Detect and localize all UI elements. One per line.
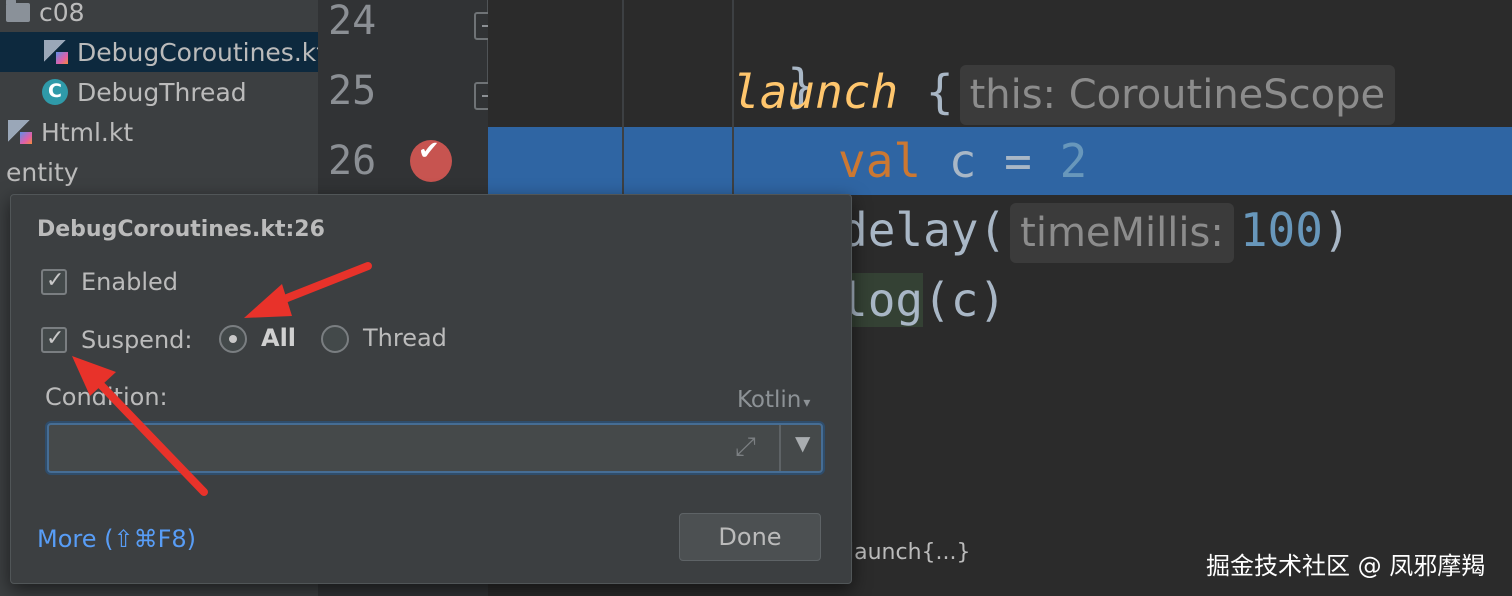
suspend-thread-radio[interactable] <box>321 325 349 353</box>
suspend-thread-label: Thread <box>363 324 447 352</box>
chevron-down-icon: ▾ <box>803 395 811 411</box>
line-number: 26 <box>328 138 377 184</box>
watermark: 掘金技术社区 @ 凤邪摩羯 <box>1206 552 1486 580</box>
class-icon <box>42 79 68 105</box>
condition-input[interactable]: ⤢ ▼ <box>47 423 823 473</box>
condition-label: Condition: <box>45 383 168 411</box>
suspend-all-label: All <box>261 324 297 352</box>
more-link[interactable]: More (⇧⌘F8) <box>37 525 196 553</box>
kotlin-file-icon <box>44 40 68 64</box>
code-token: (c) <box>923 273 1007 327</box>
check-icon: ✓ <box>46 268 65 293</box>
condition-language-value: Kotlin <box>737 387 802 413</box>
enabled-checkbox[interactable]: ✓ <box>41 268 67 295</box>
code-line-25: launch {this: CoroutineScope <box>732 62 1396 125</box>
tree-item-debugthread[interactable]: DebugThread <box>0 72 318 112</box>
tree-item-label: DebugThread <box>77 77 247 107</box>
inlay-hint: this: CoroutineScope <box>959 65 1396 125</box>
breakpoint-popup: DebugCoroutines.kt:26 ✓ Enabled ✓ Suspen… <box>10 194 852 584</box>
breakpoint-check-icon: ✔ <box>418 136 440 166</box>
code-token: val <box>838 134 922 188</box>
code-token: launch <box>732 65 899 119</box>
chevron-down-icon[interactable]: ▼ <box>795 431 810 455</box>
tree-item-label: c08 <box>39 0 85 27</box>
code-token: log <box>840 273 924 327</box>
tree-item-label: DebugCoroutines.kt <box>77 37 318 67</box>
popup-title: DebugCoroutines.kt:26 <box>37 217 325 242</box>
tree-item-html[interactable]: Html.kt <box>0 112 318 152</box>
suspend-label: Suspend: <box>81 326 193 354</box>
code-line-28: log(c) <box>840 270 1006 330</box>
code-line-27: delay(timeMillis: 100) <box>840 200 1351 263</box>
line-number: 24 <box>328 0 377 44</box>
condition-language-dropdown[interactable]: Kotlin ▾ <box>737 387 810 413</box>
radio-selected-dot <box>229 335 237 343</box>
code-token: { <box>898 65 954 119</box>
tree-item-debugcoroutines[interactable]: DebugCoroutines.kt <box>0 32 318 72</box>
expand-icon[interactable]: ⤢ <box>735 432 756 463</box>
check-icon: ✓ <box>46 326 65 351</box>
code-token: 2 <box>1059 134 1088 188</box>
folder-icon <box>6 0 30 22</box>
code-token: c = <box>921 134 1060 188</box>
tree-item-c08[interactable]: c08 <box>0 0 318 32</box>
breadcrumb[interactable]: launch{...} <box>848 540 971 565</box>
dropdown-separator <box>779 425 781 471</box>
suspend-checkbox[interactable]: ✓ <box>41 326 67 353</box>
tree-item-label: Html.kt <box>41 117 134 147</box>
suspend-all-radio[interactable] <box>219 325 247 353</box>
code-token: 100 <box>1239 203 1323 257</box>
kotlin-file-icon <box>8 120 32 144</box>
code-token: ) <box>1322 203 1351 257</box>
done-button[interactable]: Done <box>679 513 821 561</box>
code-token: delay( <box>840 203 1007 257</box>
tree-item-entity[interactable]: entity <box>0 152 318 192</box>
tree-item-label: entity <box>6 157 79 187</box>
code-line-26: val c = 2 <box>838 131 1087 191</box>
inlay-hint: timeMillis: <box>1010 203 1234 263</box>
line-number: 25 <box>328 68 377 114</box>
enabled-label: Enabled <box>81 268 178 296</box>
